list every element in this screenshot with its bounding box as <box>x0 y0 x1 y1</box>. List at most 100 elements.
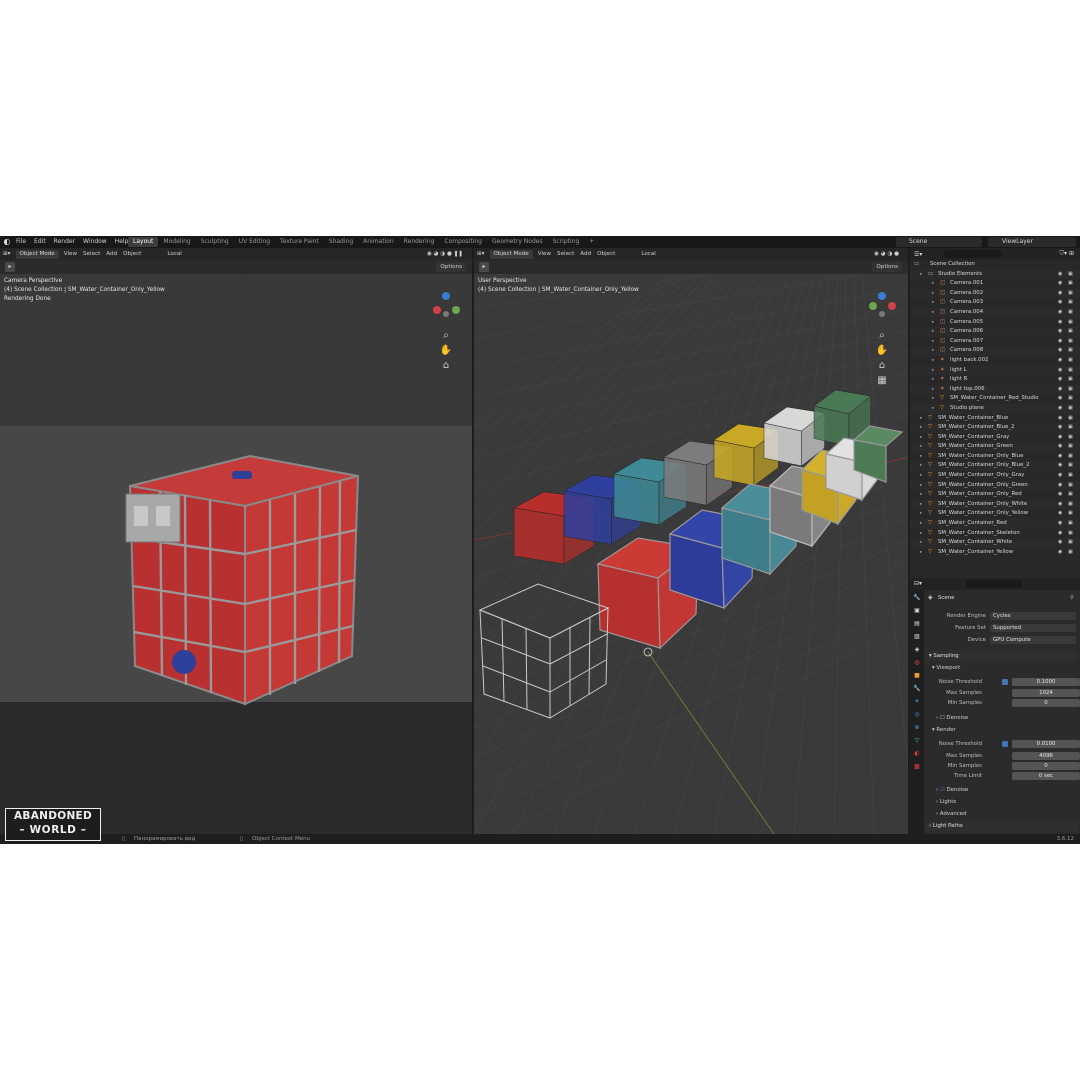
menu-select-right[interactable]: Select <box>554 248 577 260</box>
add-workspace-button[interactable]: + <box>584 237 599 247</box>
visibility-eye-icon[interactable]: ◉ <box>1058 461 1062 471</box>
menu-file[interactable]: File <box>12 236 30 248</box>
outliner-item[interactable]: ▸ ▽ SM_Water_Container_Only_Gray ◉ ▣ <box>910 471 1080 481</box>
menu-view[interactable]: View <box>61 248 80 260</box>
shading-icons[interactable]: ◉ ◕ ◑ ● ❚❚ <box>424 248 466 260</box>
tab-animation[interactable]: Animation <box>358 237 399 247</box>
expand-arrow-icon[interactable]: ▸ <box>920 414 922 424</box>
outliner-item[interactable]: ▸ ▽ SM_Water_Container_Green ◉ ▣ <box>910 442 1080 452</box>
outliner-item[interactable]: ▸ ▽ SM_Water_Container_White ◉ ▣ <box>910 538 1080 548</box>
data-tab-icon[interactable]: ▽ <box>912 736 922 746</box>
expand-arrow-icon[interactable]: ▸ <box>932 346 934 356</box>
blender-logo-icon[interactable]: ◐ <box>2 236 12 248</box>
feature-set-select[interactable]: Supported <box>990 624 1076 632</box>
outliner-item[interactable]: ▸ ✦ light R ◉ ▣ <box>910 375 1080 385</box>
viewport-noise-field[interactable]: 0.1000 <box>1012 678 1080 686</box>
menu-object-right[interactable]: Object <box>594 248 618 260</box>
render-camera-icon[interactable]: ▣ <box>1068 548 1073 558</box>
outliner-item[interactable]: ▸ ▽ SM_Water_Container_Only_Yellow ◉ ▣ <box>910 509 1080 519</box>
tab-shading[interactable]: Shading <box>324 237 358 247</box>
expand-arrow-icon[interactable]: ▸ <box>920 433 922 443</box>
expand-arrow-icon[interactable]: ▸ <box>920 471 922 481</box>
visibility-eye-icon[interactable]: ◉ <box>1058 433 1062 443</box>
mode-selector[interactable]: Object Mode <box>15 249 59 259</box>
render-camera-icon[interactable]: ▣ <box>1068 375 1073 385</box>
render-camera-icon[interactable]: ▣ <box>1068 327 1073 337</box>
viewport-min-field[interactable]: 0 <box>1012 699 1080 707</box>
outliner-item[interactable]: ▸ ▭ Studio Elements ◉ ▣ <box>910 269 1080 280</box>
outliner-item[interactable]: ▸ ▽ SM_Water_Container_Only_Red ◉ ▣ <box>910 490 1080 500</box>
visibility-eye-icon[interactable]: ◉ <box>1058 452 1062 462</box>
render-tab-icon[interactable]: ▣ <box>912 606 922 616</box>
render-camera-icon[interactable]: ▣ <box>1068 414 1073 424</box>
visibility-eye-icon[interactable]: ◉ <box>1058 366 1062 376</box>
modifier-tab-icon[interactable]: 🔧 <box>912 684 922 694</box>
expand-arrow-icon[interactable]: ▸ <box>920 538 922 548</box>
material-tab-icon[interactable]: ◐ <box>912 749 922 759</box>
visibility-eye-icon[interactable]: ◉ <box>1058 481 1062 491</box>
render-camera-icon[interactable]: ▣ <box>1068 366 1073 376</box>
options-button[interactable]: Options <box>436 262 466 272</box>
select-tool-icon[interactable]: ▸ <box>5 262 15 272</box>
menu-view-right[interactable]: View <box>535 248 554 260</box>
outliner-item[interactable]: ▸ ▽ SM_Water_Container_Only_Green ◉ ▣ <box>910 480 1080 491</box>
visibility-eye-icon[interactable]: ◉ <box>1058 356 1062 366</box>
visibility-eye-icon[interactable]: ◉ <box>1058 500 1062 510</box>
constraints-tab-icon[interactable]: ⊗ <box>912 723 922 733</box>
visibility-eye-icon[interactable]: ◉ <box>1058 279 1062 289</box>
expand-arrow-icon[interactable]: ▸ <box>932 394 934 404</box>
outliner-item[interactable]: ▸ ◫ Camera.001 ◉ ▣ <box>910 279 1080 289</box>
menu-edit[interactable]: Edit <box>30 236 50 248</box>
scene-selector[interactable]: Scene <box>896 237 982 247</box>
render-camera-icon[interactable]: ▣ <box>1068 500 1073 510</box>
menu-object[interactable]: Object <box>120 248 144 260</box>
render-camera-icon[interactable]: ▣ <box>1068 298 1073 308</box>
particles-tab-icon[interactable]: ✶ <box>912 697 922 707</box>
render-camera-icon[interactable]: ▣ <box>1068 490 1073 500</box>
tab-sculpting[interactable]: Sculpting <box>196 237 234 247</box>
outliner-item[interactable]: ▸ ✦ light L ◉ ▣ <box>910 365 1080 376</box>
visibility-eye-icon[interactable]: ◉ <box>1058 318 1062 328</box>
outliner-item[interactable]: ▸ ▽ SM_Water_Container_Red_Studio ◉ ▣ <box>910 394 1080 404</box>
render-camera-icon[interactable]: ▣ <box>1068 519 1073 529</box>
visibility-eye-icon[interactable]: ◉ <box>1058 519 1062 529</box>
scene-tab-icon[interactable]: ◈ <box>912 645 922 655</box>
visibility-eye-icon[interactable]: ◉ <box>1058 337 1062 347</box>
tab-rendering[interactable]: Rendering <box>399 237 440 247</box>
render-camera-icon[interactable]: ▣ <box>1068 442 1073 452</box>
physics-tab-icon[interactable]: ◎ <box>912 710 922 720</box>
visibility-eye-icon[interactable]: ◉ <box>1058 471 1062 481</box>
view-layer-selector[interactable]: ViewLayer <box>988 237 1076 247</box>
outliner-item[interactable]: ▸ ▽ SM_Water_Container_Blue ◉ ▣ <box>910 414 1080 424</box>
tab-modeling[interactable]: Modeling <box>158 237 195 247</box>
render-engine-select[interactable]: Cycles <box>990 612 1076 620</box>
transform-orientation-right[interactable]: Local <box>638 248 659 260</box>
sampling-panel-header[interactable]: ▾ Sampling <box>926 651 1078 661</box>
tab-texture-paint[interactable]: Texture Paint <box>275 237 324 247</box>
render-noise-field[interactable]: 0.0100 <box>1012 740 1080 748</box>
viewport-noise-checkbox[interactable] <box>1002 679 1008 685</box>
editor-type-icon[interactable]: ⊞▾ <box>0 248 14 260</box>
outliner-item[interactable]: ▸ ◫ Camera.002 ◉ ▣ <box>910 288 1080 299</box>
menu-add[interactable]: Add <box>103 248 120 260</box>
expand-arrow-icon[interactable]: ▸ <box>920 461 922 471</box>
visibility-eye-icon[interactable]: ◉ <box>1058 404 1062 414</box>
mode-selector-right[interactable]: Object Mode <box>489 249 533 259</box>
visibility-eye-icon[interactable]: ◉ <box>1058 298 1062 308</box>
menu-window[interactable]: Window <box>79 236 111 248</box>
render-noise-checkbox[interactable] <box>1002 741 1008 747</box>
world-tab-icon[interactable]: ◍ <box>912 658 922 668</box>
expand-arrow-icon[interactable]: ▸ <box>932 279 934 289</box>
render-camera-icon[interactable]: ▣ <box>1068 279 1073 289</box>
outliner-item[interactable]: ▸ ◫ Camera.003 ◉ ▣ <box>910 298 1080 308</box>
outliner-item[interactable]: ▸ ◫ Camera.005 ◉ ▣ <box>910 318 1080 328</box>
visibility-eye-icon[interactable]: ◉ <box>1058 346 1062 356</box>
object-tab-icon[interactable]: ■ <box>912 671 922 681</box>
render-camera-icon[interactable]: ▣ <box>1068 356 1073 366</box>
outliner-item[interactable]: ▸ ▽ SM_Water_Container_Gray ◉ ▣ <box>910 433 1080 443</box>
expand-arrow-icon[interactable]: ▸ <box>932 385 934 395</box>
outliner-item[interactable]: ▸ ▽ SM_Water_Container_Only_Blue ◉ ▣ <box>910 452 1080 462</box>
advanced-subpanel-header[interactable]: › Advanced <box>936 809 967 819</box>
render-camera-icon[interactable]: ▣ <box>1068 385 1073 395</box>
outliner-item[interactable]: ▸ ✦ light top.006 ◉ ▣ <box>910 384 1080 395</box>
